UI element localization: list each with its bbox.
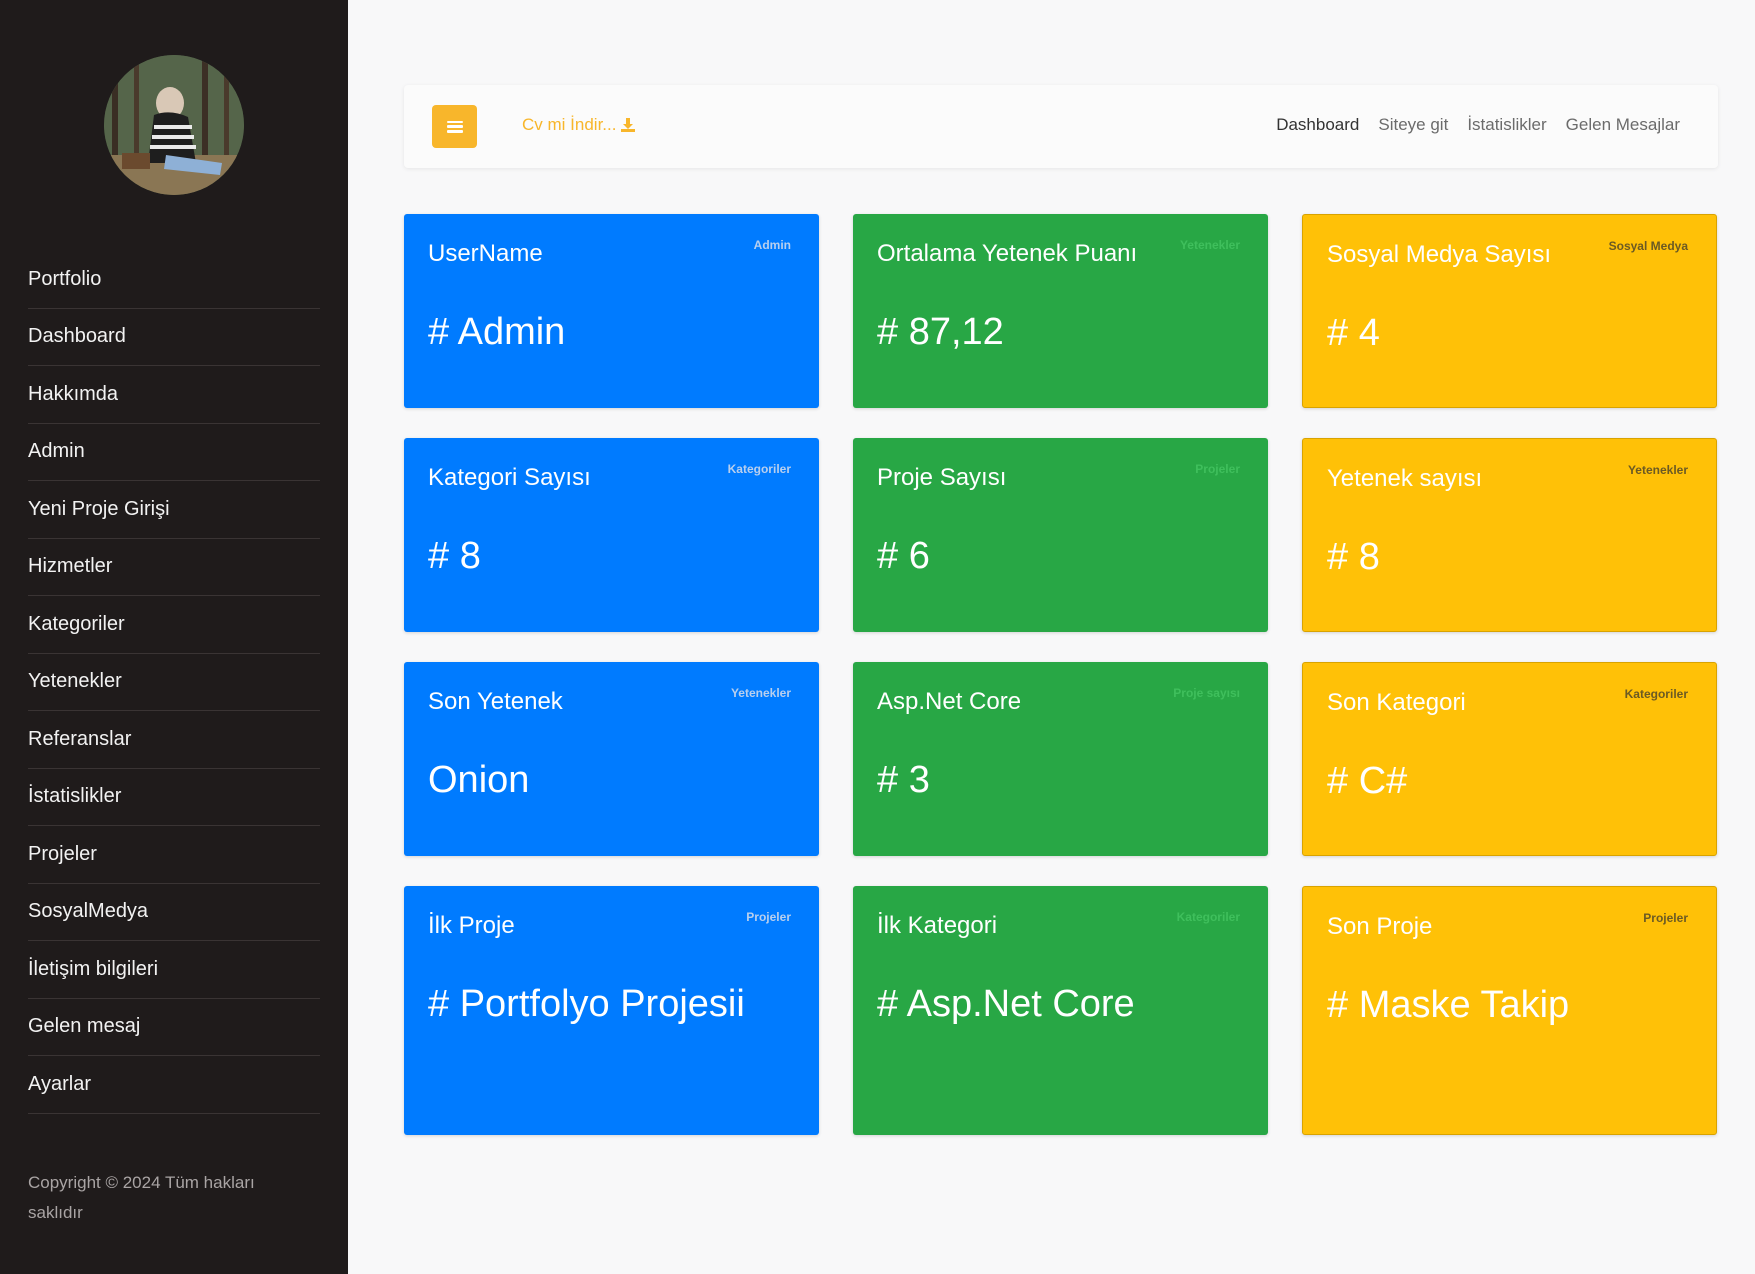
card-tag: Yetenekler	[1627, 463, 1688, 477]
stat-card-social-count: Sosyal Medya Sayısı Sosyal Medya # 4	[1302, 214, 1717, 408]
cv-download-label: Cv mi İndir...	[522, 115, 617, 134]
profile-photo-icon	[104, 55, 244, 195]
card-value: # 87,12	[877, 311, 1004, 353]
card-tag: Yetenekler	[730, 686, 791, 700]
card-title: İlk Proje	[428, 912, 515, 939]
sidebar-item-iletisim[interactable]: İletişim bilgileri	[28, 941, 320, 999]
card-value: # Portfolyo Projesii	[428, 983, 745, 1025]
stat-card-first-category: İlk Kategori Kategoriler # Asp.Net Core	[853, 886, 1268, 1135]
card-title: Proje Sayısı	[877, 464, 1007, 491]
sidebar-item-hizmetler[interactable]: Hizmetler	[28, 539, 320, 596]
sidebar-item-ayarlar[interactable]: Ayarlar	[28, 1056, 320, 1114]
sidebar-item-kategoriler[interactable]: Kategoriler	[28, 596, 320, 654]
sidebar: Portfolio Dashboard Hakkımda Admin Yeni …	[0, 0, 348, 1274]
sidebar-item-yeni-proje[interactable]: Yeni Proje Girişi	[28, 481, 320, 539]
menu-toggle-button[interactable]	[432, 105, 477, 148]
download-icon	[621, 118, 636, 132]
copyright-text: Copyright © 2024 Tüm hakları saklıdır	[28, 1173, 255, 1222]
card-title: Yetenek sayısı	[1327, 465, 1483, 492]
card-tag: Kategoriler	[1624, 687, 1688, 701]
card-title: Ortalama Yetenek Puanı	[877, 240, 1138, 267]
sidebar-item-dashboard[interactable]: Dashboard	[28, 309, 320, 366]
card-tag: Kategoriler	[1176, 910, 1240, 924]
card-value: # C#	[1327, 760, 1408, 802]
top-navbar: Cv mi İndir... Dashboard Siteye git İsta…	[404, 85, 1718, 168]
card-title: Asp.Net Core	[877, 688, 1022, 715]
sidebar-item-istatislikler[interactable]: İstatislikler	[28, 769, 320, 826]
avatar	[104, 55, 244, 195]
stat-card-aspnet-core: Asp.Net Core Proje sayısı # 3	[853, 662, 1268, 856]
card-tag: Projeler	[1195, 462, 1240, 476]
sidebar-item-gelen-mesaj[interactable]: Gelen mesaj	[28, 999, 320, 1056]
top-nav: Dashboard Siteye git İstatislikler Gelen…	[1276, 115, 1680, 135]
stat-card-last-category: Son Kategori Kategoriler # C#	[1302, 662, 1717, 856]
sidebar-item-sosyalmedya[interactable]: SosyalMedya	[28, 884, 320, 941]
stat-card-skill-count: Yetenek sayısı Yetenekler # 8	[1302, 438, 1717, 632]
card-title: Son Yetenek	[428, 688, 563, 715]
card-title: Kategori Sayısı	[428, 464, 591, 491]
card-title: Son Kategori	[1327, 689, 1466, 716]
stat-card-first-project: İlk Proje Projeler # Portfolyo Projesii	[404, 886, 819, 1135]
card-value: # Asp.Net Core	[877, 983, 1135, 1025]
sidebar-item-yetenekler[interactable]: Yetenekler	[28, 654, 320, 711]
topnav-dashboard[interactable]: Dashboard	[1276, 115, 1359, 135]
card-value: # 3	[877, 759, 930, 801]
sidebar-item-hakkimda[interactable]: Hakkımda	[28, 366, 320, 424]
card-value: # 4	[1327, 312, 1380, 354]
hamburger-icon	[446, 120, 463, 133]
stat-card-last-skill: Son Yetenek Yetenekler Onion	[404, 662, 819, 856]
card-value: Onion	[428, 759, 530, 801]
card-value: # Admin	[428, 311, 566, 353]
card-tag: Sosyal Medya	[1608, 239, 1688, 253]
card-value: # Maske Takip	[1327, 984, 1570, 1026]
card-value: # 6	[877, 535, 930, 577]
stat-card-username: UserName Admin # Admin	[404, 214, 819, 408]
sidebar-item-referanslar[interactable]: Referanslar	[28, 711, 320, 769]
card-title: İlk Kategori	[877, 912, 998, 939]
card-title: UserName	[428, 240, 543, 267]
topnav-gelen-mesajlar[interactable]: Gelen Mesajlar	[1566, 115, 1680, 135]
stat-card-last-project: Son Proje Projeler # Maske Takip	[1302, 886, 1717, 1135]
card-tag: Yetenekler	[1179, 238, 1240, 252]
card-tag: Projeler	[746, 910, 791, 924]
stat-card-average-skill: Ortalama Yetenek Puanı Yetenekler # 87,1…	[853, 214, 1268, 408]
topnav-siteye-git[interactable]: Siteye git	[1378, 115, 1448, 135]
card-tag: Kategoriler	[727, 462, 791, 476]
sidebar-item-portfolio[interactable]: Portfolio	[28, 251, 320, 309]
card-value: # 8	[428, 535, 481, 577]
sidebar-item-projeler[interactable]: Projeler	[28, 826, 320, 884]
card-title: Sosyal Medya Sayısı	[1327, 241, 1552, 268]
topnav-istatislikler[interactable]: İstatislikler	[1467, 115, 1546, 135]
stat-card-project-count: Proje Sayısı Projeler # 6	[853, 438, 1268, 632]
card-title: Son Proje	[1327, 913, 1433, 940]
card-tag: Projeler	[1643, 911, 1688, 925]
card-tag: Proje sayısı	[1173, 686, 1240, 700]
card-tag: Admin	[753, 238, 791, 252]
cv-download-link[interactable]: Cv mi İndir...	[522, 115, 636, 135]
stat-card-category-count: Kategori Sayısı Kategoriler # 8	[404, 438, 819, 632]
sidebar-nav: Portfolio Dashboard Hakkımda Admin Yeni …	[28, 251, 320, 1114]
card-value: # 8	[1327, 536, 1380, 578]
sidebar-item-admin[interactable]: Admin	[28, 424, 320, 481]
